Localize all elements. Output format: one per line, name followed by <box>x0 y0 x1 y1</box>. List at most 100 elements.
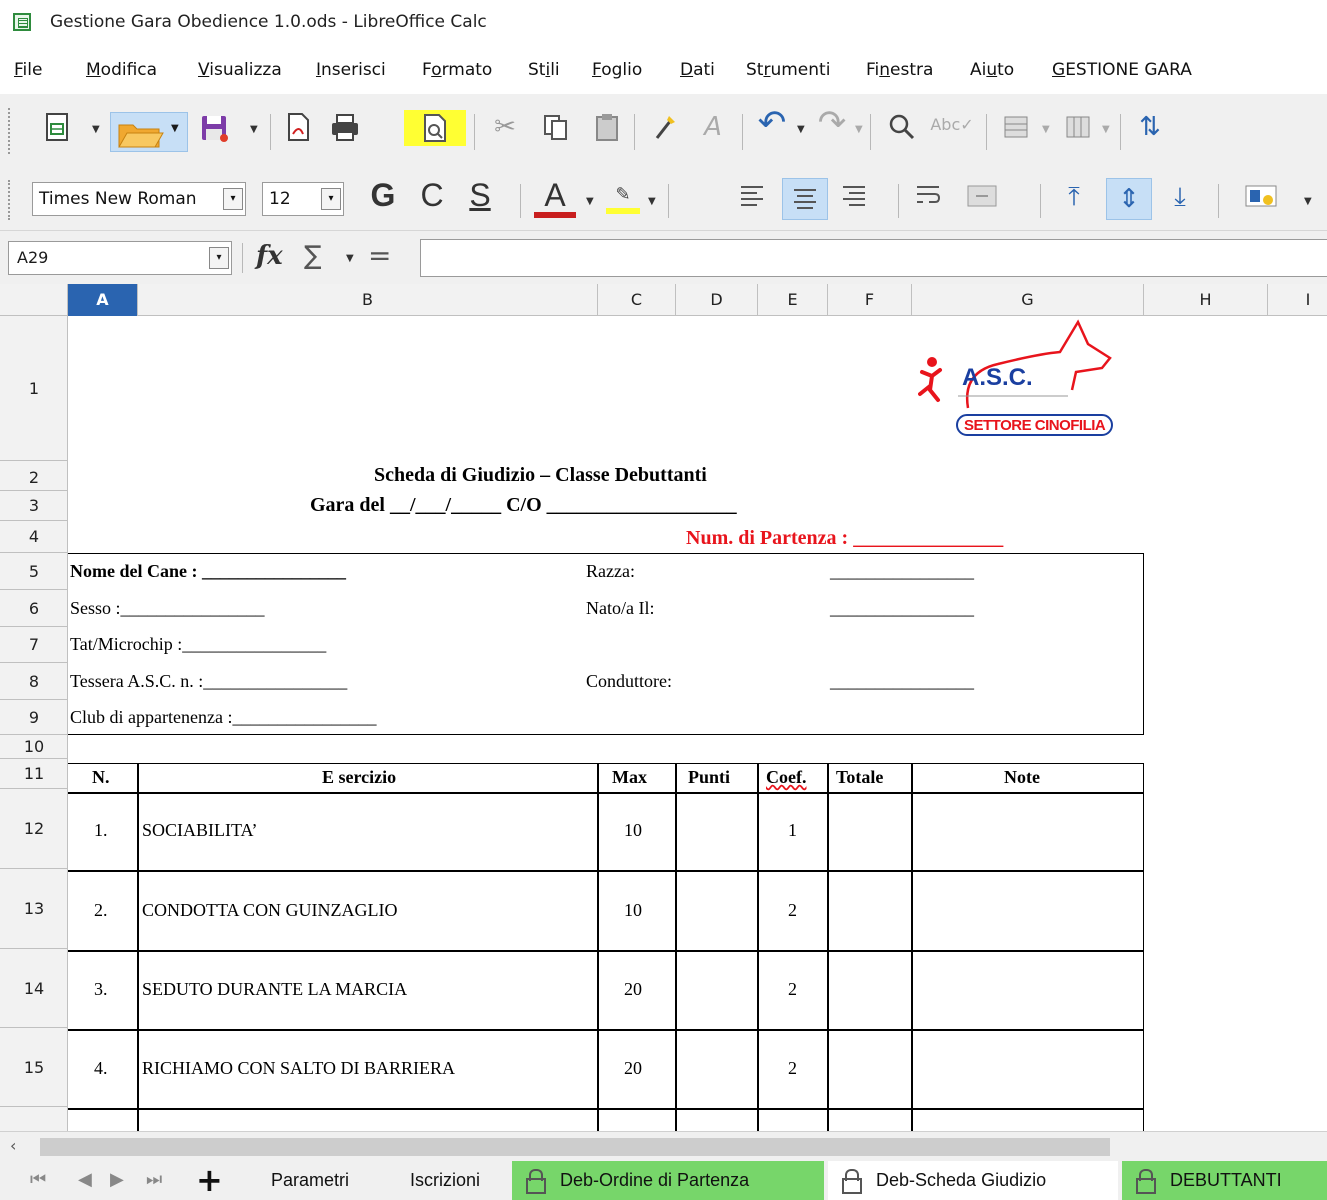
row-header-5[interactable]: 5 <box>0 553 68 590</box>
tab-iscrizioni[interactable]: Iscrizioni <box>386 1161 504 1200</box>
menu-strumenti[interactable]: Strumenti <box>746 60 830 80</box>
underline-button[interactable]: S <box>460 179 500 211</box>
new-dropdown-icon[interactable]: ▼ <box>92 124 100 135</box>
row-icon[interactable] <box>996 112 1036 149</box>
cut-icon[interactable]: ✂ <box>486 112 524 142</box>
function-wizard-icon[interactable]: fx <box>256 241 283 271</box>
menu-dati[interactable]: Dati <box>680 60 715 80</box>
row-header-1[interactable]: 1 <box>0 316 68 461</box>
scroll-left-icon[interactable]: ‹ <box>10 1136 16 1155</box>
spreadsheet-grid[interactable]: A.S.C. SETTORE CINOFILIA Scheda di Giudi… <box>68 316 1327 1131</box>
align-right-icon[interactable] <box>836 182 872 217</box>
chevron-down-icon[interactable]: ▾ <box>223 188 243 210</box>
row-header-2[interactable]: 2 <box>0 461 68 491</box>
font-color-button[interactable]: A <box>534 178 576 218</box>
row-header-12[interactable]: 12 <box>0 789 68 869</box>
menu-formato[interactable]: Formato <box>422 60 492 80</box>
sum-icon[interactable]: ∑ <box>304 241 322 271</box>
tab-deb-scheda-giudizio[interactable]: Deb-Scheda Giudizio <box>828 1161 1118 1200</box>
copy-icon[interactable] <box>536 112 574 149</box>
first-sheet-icon[interactable]: ⏮ <box>30 1169 46 1190</box>
column-header-c[interactable]: C <box>598 284 676 316</box>
open-button[interactable]: ▼ <box>110 112 188 152</box>
tab-parametri[interactable]: Parametri <box>246 1161 374 1200</box>
row-header-13[interactable]: 13 <box>0 869 68 949</box>
toolbar-grip[interactable] <box>8 108 11 154</box>
column-header-a[interactable]: A <box>68 284 138 316</box>
column-dropdown-icon[interactable]: ▼ <box>1102 124 1110 135</box>
undo-icon[interactable]: ↶ <box>752 106 792 140</box>
print-preview-icon[interactable] <box>404 110 466 146</box>
sum-dropdown-icon[interactable]: ▼ <box>346 253 354 264</box>
select-all-corner[interactable] <box>0 284 68 316</box>
bold-button[interactable]: G <box>362 179 404 211</box>
row-header-15[interactable]: 15 <box>0 1028 68 1107</box>
find-replace-icon[interactable] <box>880 112 924 149</box>
scrollbar-thumb[interactable] <box>40 1138 1110 1156</box>
row-header-16[interactable] <box>0 1107 68 1131</box>
previous-sheet-icon[interactable]: ◀ <box>78 1169 92 1190</box>
chevron-down-icon[interactable]: ▾ <box>321 188 341 210</box>
clear-formatting-icon[interactable]: 𝘈 <box>690 112 736 142</box>
row-header-4[interactable]: 4 <box>0 521 68 553</box>
menu-modifica[interactable]: Modifica <box>86 60 157 80</box>
font-name-combo[interactable]: Times New Roman ▾ <box>32 182 246 216</box>
row-header-3[interactable]: 3 <box>0 491 68 521</box>
horizontal-scrollbar[interactable]: ‹ <box>0 1131 1327 1161</box>
number-format-dropdown-icon[interactable]: ▼ <box>1304 196 1312 207</box>
wrap-text-icon[interactable] <box>910 182 946 217</box>
column-header-g[interactable]: G <box>912 284 1144 316</box>
redo-icon[interactable]: ↷ <box>812 106 852 140</box>
row-header-14[interactable]: 14 <box>0 949 68 1028</box>
column-header-f[interactable]: F <box>828 284 912 316</box>
name-box[interactable]: A29 ▾ <box>8 241 232 275</box>
row-header-8[interactable]: 8 <box>0 663 68 700</box>
menu-finestra[interactable]: Finestra <box>866 60 933 80</box>
formula-input[interactable] <box>420 239 1327 277</box>
paste-icon[interactable] <box>588 112 626 149</box>
column-header-b[interactable]: B <box>138 284 598 316</box>
undo-dropdown-icon[interactable]: ▼ <box>797 124 805 135</box>
align-top-icon[interactable]: ⤒ <box>1054 182 1094 212</box>
redo-dropdown-icon[interactable]: ▼ <box>855 124 863 135</box>
tab-deb-ordine-di-partenza[interactable]: Deb-Ordine di Partenza <box>512 1161 824 1200</box>
menu-inserisci[interactable]: Inserisci <box>316 60 386 80</box>
row-header-10[interactable]: 10 <box>0 735 68 759</box>
menu-foglio[interactable]: Foglio <box>592 60 642 80</box>
font-size-combo[interactable]: 12 ▾ <box>262 182 344 216</box>
save-dropdown-icon[interactable]: ▼ <box>250 124 258 135</box>
italic-button[interactable]: C <box>412 179 452 211</box>
row-header-11[interactable]: 11 <box>0 759 68 789</box>
print-icon[interactable] <box>326 112 364 149</box>
menu-gestione-gara[interactable]: GESTIONE GARA <box>1052 60 1192 80</box>
column-icon[interactable] <box>1058 112 1098 149</box>
menu-aiuto[interactable]: Aiuto <box>970 60 1014 80</box>
align-center-icon[interactable] <box>782 178 828 220</box>
row-header-6[interactable]: 6 <box>0 590 68 627</box>
last-sheet-icon[interactable]: ⏭ <box>146 1169 162 1190</box>
menu-stili[interactable]: Stili <box>528 60 560 80</box>
chevron-down-icon[interactable]: ▾ <box>209 247 229 269</box>
number-format-icon[interactable] <box>1232 182 1290 217</box>
menu-visualizza[interactable]: Visualizza <box>198 60 282 80</box>
highlight-dropdown-icon[interactable]: ▼ <box>648 196 656 207</box>
clone-formatting-icon[interactable] <box>646 112 684 149</box>
column-header-d[interactable]: D <box>676 284 758 316</box>
spelling-icon[interactable]: Abc✓ <box>930 110 974 140</box>
row-dropdown-icon[interactable]: ▼ <box>1042 124 1050 135</box>
align-bottom-icon[interactable]: ⤓ <box>1160 182 1200 212</box>
next-sheet-icon[interactable]: ▶ <box>110 1169 124 1190</box>
toolbar-grip[interactable] <box>8 180 11 220</box>
export-pdf-icon[interactable] <box>280 112 316 149</box>
column-header-e[interactable]: E <box>758 284 828 316</box>
formula-icon[interactable]: = <box>368 239 391 272</box>
menu-file[interactable]: File <box>14 60 42 80</box>
open-dropdown-icon[interactable]: ▼ <box>171 123 179 134</box>
row-header-9[interactable]: 9 <box>0 700 68 735</box>
merge-cells-icon[interactable] <box>960 182 1004 217</box>
add-sheet-icon[interactable]: + <box>196 1161 223 1199</box>
row-header-7[interactable]: 7 <box>0 627 68 663</box>
sort-icon[interactable]: ⇅ <box>1130 112 1170 142</box>
column-header-i[interactable]: I <box>1268 284 1327 316</box>
font-color-dropdown-icon[interactable]: ▼ <box>586 196 594 207</box>
